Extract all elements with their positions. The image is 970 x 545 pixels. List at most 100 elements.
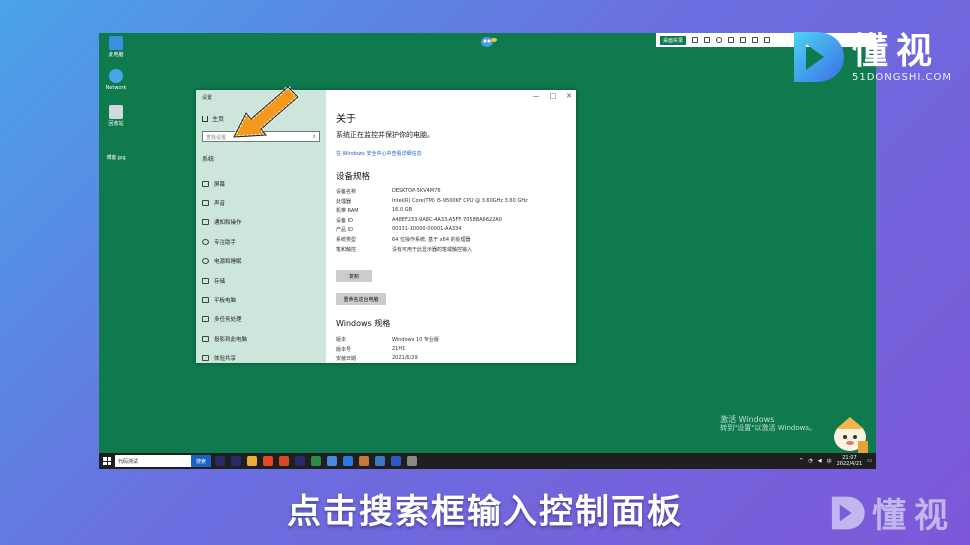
moon-icon	[202, 238, 209, 245]
spec-key: 安装日期	[336, 356, 357, 363]
rename-pc-button[interactable]: 重命名这台电脑	[336, 293, 386, 305]
brand-watermark: 懂视	[828, 488, 956, 537]
nav-item-storage[interactable]: 存储	[202, 271, 322, 290]
desktop-icon-this-pc[interactable]: 此电脑	[99, 36, 133, 58]
taskbar-app-icon[interactable]	[215, 456, 225, 466]
nav-label: 投影到此电脑	[214, 336, 248, 343]
spec-row: 安装日期 2021/6/29	[336, 355, 566, 365]
text-tool-icon[interactable]	[752, 37, 759, 43]
taskbar-app-icon[interactable]	[359, 456, 369, 466]
section-label: 系统	[202, 156, 215, 163]
nav-item-focus-assist[interactable]: 专注助手	[202, 232, 322, 251]
spec-value: Windows 10 专业版	[392, 337, 439, 343]
taskbar-app-icon[interactable]	[327, 456, 337, 466]
taskbar-app-icon[interactable]	[375, 456, 385, 466]
triangle-tool-icon[interactable]	[728, 37, 735, 43]
taskbar-app-icon[interactable]	[295, 456, 305, 466]
spec-row: 笔和触控 没有可用于此显示器的笔或触控输入	[336, 246, 566, 256]
nav-item-shared-experiences[interactable]: 体验共享	[202, 349, 322, 368]
protection-status: 系统正在监控并保护你的电脑。	[336, 131, 434, 139]
tutorial-caption: 点击搜索框输入控制面板	[287, 492, 683, 532]
taskbar-app-icon[interactable]	[263, 456, 273, 466]
security-center-link[interactable]: 在 Windows 安全中心中查看详细信息	[336, 150, 422, 157]
arrow-tool-icon[interactable]	[740, 37, 747, 43]
taskbar-app-icon[interactable]	[247, 456, 257, 466]
taskbar-app-icon[interactable]	[231, 456, 241, 466]
cartoon-mascot-icon	[834, 417, 868, 453]
spec-value: 16.0 GB	[392, 207, 413, 214]
taskbar-app-icon[interactable]	[279, 456, 289, 466]
undo-tool-icon[interactable]	[764, 37, 771, 43]
start-button[interactable]	[99, 453, 115, 469]
spec-value: 2021/6/29	[392, 355, 418, 362]
spec-row: 设备名称 DESKTOP-5KV4M76	[336, 188, 566, 198]
pen-tool-icon[interactable]	[692, 37, 699, 43]
nav-item-sound[interactable]: 声音	[202, 193, 322, 212]
taskbar-clock[interactable]: 21:07 2022/4/21	[837, 455, 863, 467]
desktop-icon-network[interactable]: Network	[99, 69, 133, 91]
nav-item-power[interactable]: 电源和睡眠	[202, 252, 322, 271]
activate-windows-notice: 激活 Windows 转到"设置"以激活 Windows。	[720, 415, 816, 433]
taskbar-apps	[215, 456, 417, 466]
notification-center-icon[interactable]: ▭	[867, 458, 872, 464]
network-tray-icon[interactable]: ◔	[808, 458, 812, 464]
volume-icon[interactable]: ◀	[818, 458, 822, 464]
computer-icon	[109, 36, 123, 50]
spec-row: 产品 ID 00331-10000-00001-AA334	[336, 226, 566, 236]
taskbar-search-input[interactable]: 代码测试 搜索	[115, 455, 211, 467]
device-specs-heading: 设备规格	[336, 172, 371, 182]
nav-item-notifications[interactable]: 通知和操作	[202, 213, 322, 232]
pointer-arrow-icon	[232, 85, 300, 139]
maximize-button[interactable]: □	[550, 92, 557, 100]
windows-specs-heading: Windows 规格	[336, 319, 391, 328]
nav-label: 通知和操作	[214, 220, 242, 227]
taskbar: 代码测试 搜索 ^ ◔ ◀ 中 21:07 2022/4/21 ▭	[99, 453, 876, 469]
nav-label: 声音	[214, 201, 226, 208]
nav-label: 平板电脑	[214, 298, 237, 305]
taskbar-app-icon[interactable]	[343, 456, 353, 466]
spec-key: 机带 RAM	[336, 208, 359, 215]
spec-key: 处理器	[336, 198, 352, 205]
desktop-icon-recycle-bin[interactable]: 回收站	[99, 105, 133, 127]
rect-tool-icon[interactable]	[704, 37, 711, 43]
search-placeholder: 查找设置	[206, 135, 227, 141]
brand-url: 51DONGSHI.COM	[851, 71, 952, 83]
desktop: 此电脑 Network 回收站 博客.jpg 桌面实录 激活 Windows 转…	[99, 33, 876, 469]
nav-item-projecting[interactable]: 投影到此电脑	[202, 329, 322, 348]
share-icon	[202, 355, 209, 362]
minimize-button[interactable]: —	[533, 92, 540, 100]
ime-indicator[interactable]: 中	[827, 458, 832, 465]
spec-key: 设备 ID	[336, 217, 353, 224]
copy-button[interactable]: 复制	[336, 270, 372, 282]
system-tray: ^ ◔ ◀ 中 21:07 2022/4/21 ▭	[799, 453, 872, 469]
circle-tool-icon[interactable]	[716, 37, 723, 43]
spec-key: 笔和触控	[336, 246, 357, 253]
brand-logo: 懂视 51DONGSHI.COM	[788, 28, 952, 86]
speaker-icon	[202, 200, 209, 207]
windows-specs-table: 版本 Windows 10 专业版 版本号 21H1 安装日期 2021/6/29	[336, 336, 566, 365]
desktop-icon-label: 回收站	[108, 121, 124, 127]
close-button[interactable]: ✕	[566, 92, 572, 100]
settings-gear-icon[interactable]	[407, 456, 417, 466]
nav-item-multitasking[interactable]: 多任务处理	[202, 310, 322, 329]
taskbar-app-icon[interactable]	[311, 456, 321, 466]
taskbar-app-icon[interactable]	[391, 456, 401, 466]
projector-icon	[202, 335, 209, 342]
spec-row: 处理器 Intel(R) Core(TM) i5-9500KF CPU @ 3.6…	[336, 198, 566, 208]
home-link[interactable]: 主页	[202, 114, 224, 123]
nav-label: 多任务处理	[214, 317, 242, 324]
nav-item-tablet[interactable]: 平板电脑	[202, 290, 322, 309]
spec-key: 产品 ID	[336, 227, 353, 234]
nav-item-display[interactable]: 屏幕	[202, 174, 322, 193]
brand-watermark-text: 懂视	[872, 496, 956, 536]
dongshi-logo-icon	[793, 32, 844, 82]
taskbar-search-button[interactable]: 搜索	[191, 455, 211, 467]
recording-label: 桌面实录	[660, 35, 687, 45]
nav-label: 电源和睡眠	[214, 259, 242, 266]
network-icon	[109, 69, 123, 83]
desktop-icon-jpg[interactable]: 博客.jpg	[99, 155, 133, 161]
tablet-icon	[202, 297, 209, 304]
chevron-up-icon[interactable]: ^	[799, 458, 803, 464]
spec-row: 机带 RAM 16.0 GB	[336, 207, 566, 217]
spec-row: 设备 ID A48EF233-9A8C-4A33-A5FF-7058BA6622A…	[336, 217, 566, 227]
